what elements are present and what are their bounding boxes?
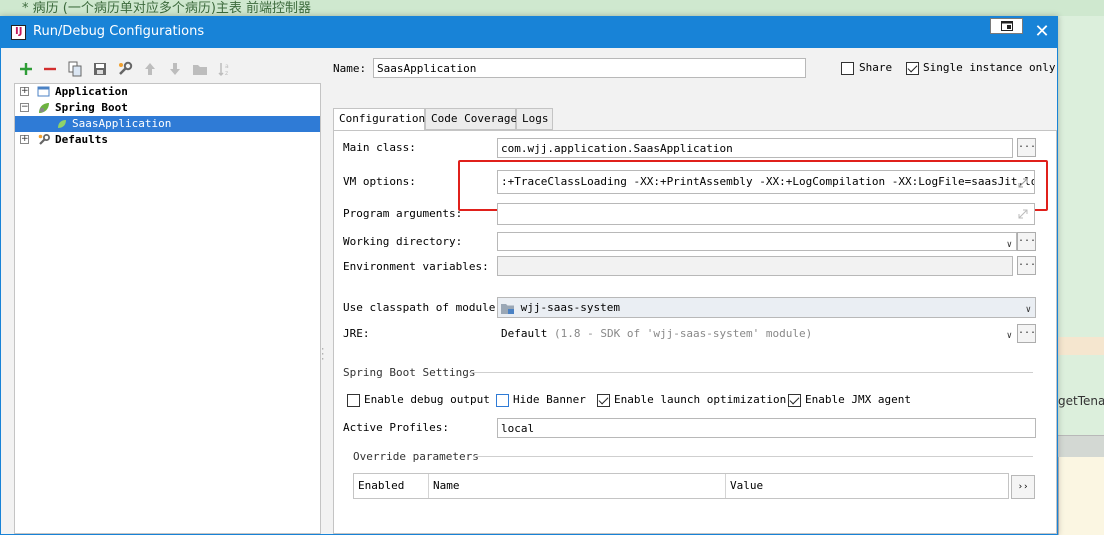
jmx-agent-label: Enable JMX agent (805, 393, 911, 406)
move-up-icon[interactable] (141, 60, 159, 78)
module-folder-icon (501, 303, 514, 314)
browse-working-directory-button[interactable]: ... (1017, 232, 1036, 251)
tree-item-label: Spring Boot (55, 101, 128, 114)
single-instance-checkbox[interactable] (906, 62, 919, 75)
working-directory-label: Working directory: (343, 235, 463, 248)
column-header-value[interactable]: Value (726, 474, 1010, 498)
jre-select[interactable]: Default (1.8 - SDK of 'wjj-saas-system' … (497, 323, 1017, 344)
jre-label: JRE: (343, 327, 370, 340)
configuration-editor: Name: SaasApplication Share Single insta… (323, 48, 1057, 534)
environment-variables-input[interactable] (497, 256, 1013, 276)
browse-jre-button[interactable]: ... (1017, 324, 1036, 343)
tree-item-application[interactable]: + Application (15, 84, 320, 100)
main-class-input[interactable]: com.wjj.application.SaasApplication (497, 138, 1013, 158)
jmx-agent-checkbox[interactable] (788, 394, 801, 407)
share-checkbox[interactable] (841, 62, 854, 75)
enable-debug-label: Enable debug output (364, 393, 490, 406)
main-class-label: Main class: (343, 141, 416, 154)
dialog-titlebar[interactable]: IJ Run/Debug Configurations ✕ (1, 17, 1057, 48)
add-icon[interactable] (17, 60, 35, 78)
dialog-title: Run/Debug Configurations (33, 24, 205, 39)
enable-debug-checkbox[interactable] (347, 394, 360, 407)
jre-hint: (1.8 - SDK of 'wjj-saas-system' module) (553, 327, 813, 340)
override-parameters-title: Override parameters (353, 450, 479, 463)
share-label: Share (859, 61, 893, 74)
vm-options-label: VM options: (343, 175, 416, 188)
dialog-body: az + Application − Spring Boot SaasAppli… (1, 48, 1057, 534)
environment-variables-label: Environment variables: (343, 260, 489, 273)
override-more-button[interactable]: ›› (1011, 475, 1035, 499)
tree-item-defaults[interactable]: + Defaults (15, 132, 320, 148)
hide-banner-label: Hide Banner (513, 393, 586, 406)
launch-optimization-checkbox[interactable] (597, 394, 610, 407)
move-down-icon[interactable] (166, 60, 184, 78)
tab-code-coverage[interactable]: Code Coverage (425, 108, 517, 130)
wrench-icon[interactable] (116, 60, 134, 78)
active-profiles-input[interactable]: local (497, 418, 1036, 438)
classpath-module-select[interactable]: wjj-saas-system ∨ (497, 297, 1036, 318)
collapse-icon[interactable]: − (20, 103, 29, 112)
column-header-name[interactable]: Name (429, 474, 726, 498)
remove-icon[interactable] (41, 60, 59, 78)
editor-highlight-line (1058, 337, 1104, 355)
section-separator (473, 456, 1033, 457)
tree-item-label: Defaults (55, 133, 108, 146)
tree-item-label: SaasApplication (72, 117, 172, 130)
jre-value: Default (501, 327, 548, 340)
browse-main-class-button[interactable]: ... (1017, 138, 1036, 157)
expand-field-icon[interactable] (1017, 208, 1029, 220)
sort-icon[interactable]: az (216, 60, 234, 78)
override-parameters-table[interactable]: Enabled Name Value (353, 473, 1009, 499)
program-arguments-input[interactable] (497, 203, 1035, 225)
edit-environment-variables-button[interactable]: ... (1017, 256, 1036, 275)
tree-item-saas-application[interactable]: SaasApplication (15, 116, 320, 132)
run-debug-dialog: IJ Run/Debug Configurations ✕ az + Appli… (0, 16, 1058, 535)
name-label: Name: (333, 62, 367, 75)
chevron-down-icon: ∨ (1025, 305, 1031, 315)
editor-tool-strip (1058, 435, 1104, 457)
defaults-wrench-icon (38, 134, 50, 145)
spring-boot-settings-title: Spring Boot Settings (343, 366, 476, 379)
tree-item-label: Application (55, 85, 128, 98)
working-directory-select[interactable]: ∨ (497, 232, 1017, 251)
program-arguments-label: Program arguments: (343, 207, 463, 220)
classpath-module-value: wjj-saas-system (520, 301, 620, 314)
spring-app-icon (58, 120, 66, 128)
spring-boot-icon (39, 103, 49, 113)
section-separator (469, 372, 1033, 373)
tree-item-spring-boot[interactable]: − Spring Boot (15, 100, 320, 116)
editor-comment-text: * 病历 (一个病历单对应多个病历)主表 前端控制器 (22, 1, 312, 16)
expand-icon[interactable]: + (20, 87, 29, 96)
tab-configuration[interactable]: Configuration (333, 108, 425, 131)
copy-icon[interactable] (66, 60, 84, 78)
active-profiles-label: Active Profiles: (343, 421, 449, 434)
save-icon[interactable] (91, 60, 109, 78)
folder-icon[interactable] (191, 60, 209, 78)
close-dialog-button[interactable]: ✕ (1031, 21, 1053, 43)
editor-code-fragment: getTena (1058, 394, 1104, 408)
restore-window-button[interactable] (990, 18, 1023, 34)
intellij-app-icon: IJ (11, 25, 26, 40)
restore-icon (1001, 21, 1013, 31)
column-header-enabled[interactable]: Enabled (354, 474, 429, 498)
classpath-label: Use classpath of module: (343, 301, 502, 314)
launch-optimization-label: Enable launch optimization (614, 393, 787, 406)
chevron-down-icon: ∨ (1006, 331, 1012, 341)
tab-logs[interactable]: Logs (516, 108, 553, 130)
configurations-panel: az + Application − Spring Boot SaasAppli… (1, 48, 321, 534)
configuration-tree: + Application − Spring Boot SaasApplicat… (14, 83, 321, 534)
single-instance-label: Single instance only (923, 61, 1056, 74)
hide-banner-checkbox[interactable] (496, 394, 509, 407)
expand-icon[interactable]: + (20, 135, 29, 144)
editor-bottom-pane (1058, 457, 1104, 535)
name-input[interactable]: SaasApplication (373, 58, 806, 78)
svg-text:a: a (225, 63, 229, 70)
chevron-down-icon: ∨ (1006, 240, 1012, 250)
svg-text:z: z (225, 70, 228, 77)
application-config-icon (37, 86, 50, 97)
